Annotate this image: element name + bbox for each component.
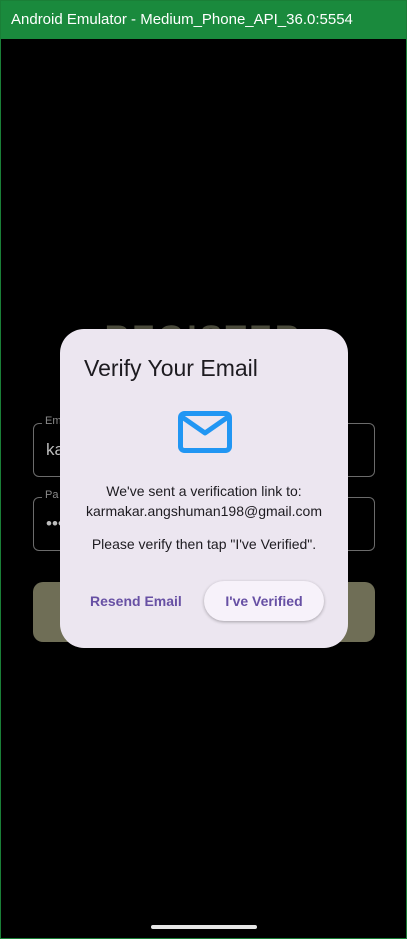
verify-email-dialog: Verify Your Email We've sent a verificat…	[60, 329, 348, 648]
resend-email-button[interactable]: Resend Email	[90, 581, 182, 621]
emulator-window: Android Emulator - Medium_Phone_API_36.0…	[0, 0, 407, 939]
gesture-nav-handle[interactable]	[151, 925, 257, 929]
dialog-instruction: Please verify then tap "I've Verified".	[91, 536, 317, 552]
password-field-label: Pa	[42, 489, 62, 501]
recipient-email: karmakar.angshuman198@gmail.com	[86, 503, 322, 519]
dialog-title: Verify Your Email	[84, 355, 258, 381]
message-line: We've sent a verification link to:	[106, 483, 302, 499]
dialog-message: We've sent a verification link to: karma…	[60, 481, 348, 521]
ive-verified-button[interactable]: I've Verified	[204, 581, 324, 621]
window-title: Android Emulator - Medium_Phone_API_36.0…	[1, 1, 406, 39]
device-screen: REGISTER Em ka Pa ••• Verify Your Email …	[1, 39, 406, 938]
mail-icon	[178, 411, 232, 453]
